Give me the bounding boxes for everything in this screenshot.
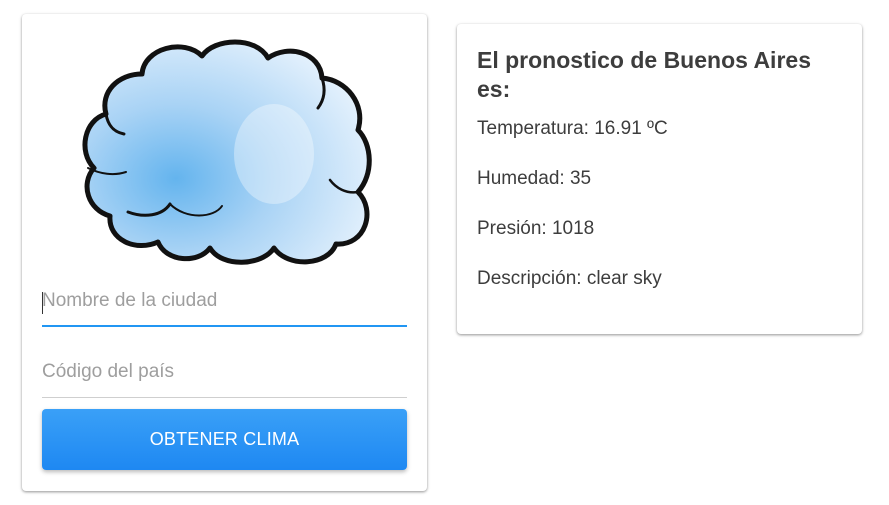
pressure-text: Presión: 1018	[477, 218, 595, 239]
city-input-underline	[42, 325, 407, 327]
forecast-result-card: El pronostico de Buenos Aires es: Temper…	[457, 24, 862, 334]
city-field[interactable]	[42, 279, 407, 327]
text-cursor	[42, 292, 43, 314]
humidity-text: Humedad: 35	[477, 168, 592, 189]
weather-form-card: OBTENER CLIMA	[22, 14, 427, 491]
cloud-icon	[74, 34, 384, 266]
country-input[interactable]	[42, 350, 407, 398]
country-input-underline	[42, 397, 407, 398]
city-input[interactable]	[42, 279, 407, 327]
forecast-title: El pronostico de Buenos Aires es:	[477, 47, 811, 102]
country-field[interactable]	[42, 350, 407, 398]
description-text: Descripción: clear sky	[477, 268, 662, 289]
get-weather-button[interactable]: OBTENER CLIMA	[42, 409, 407, 470]
temperature-text: Temperatura: 16.91 ºC	[477, 118, 668, 139]
